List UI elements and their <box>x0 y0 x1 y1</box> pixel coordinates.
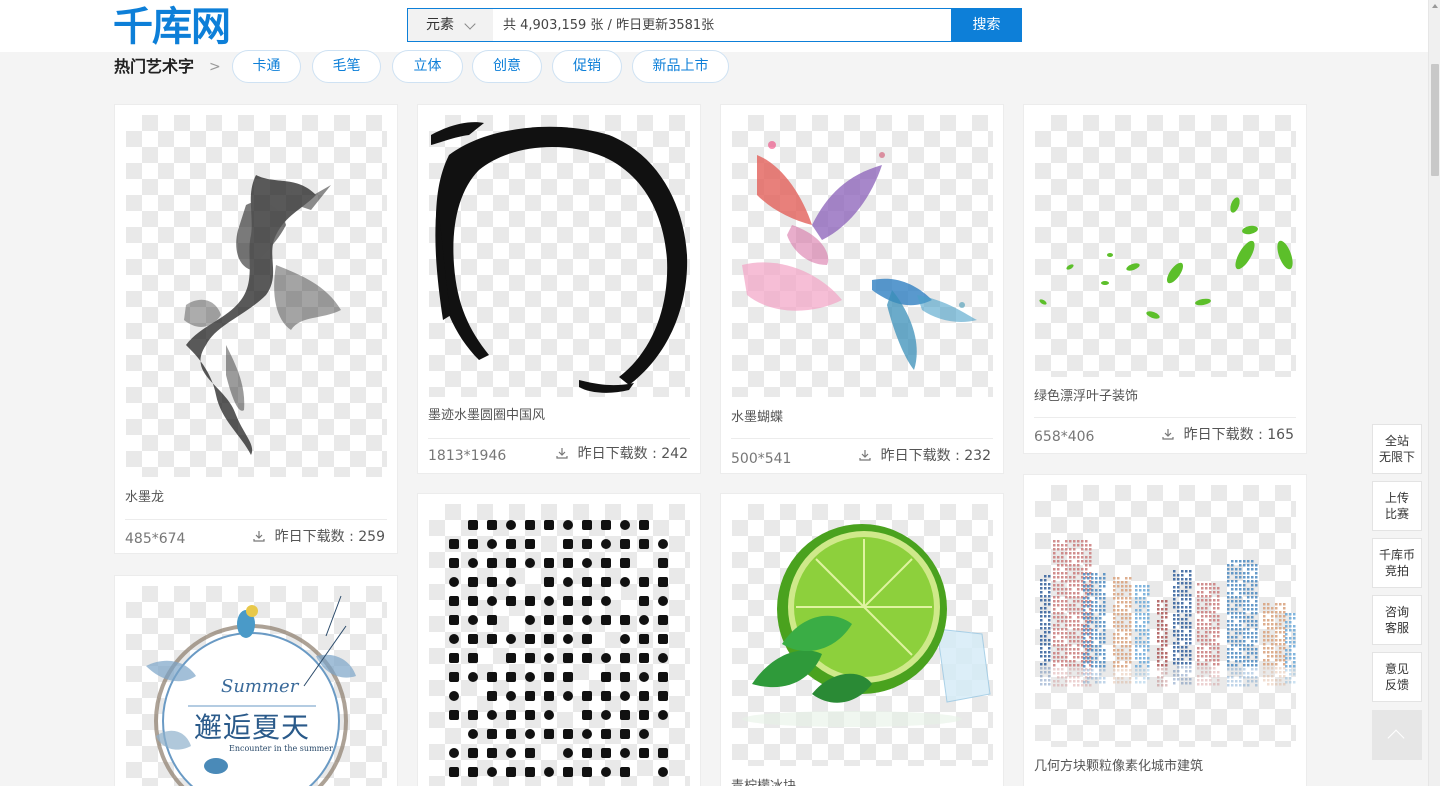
search-type-select[interactable]: 元素 <box>408 9 493 41</box>
side-feedback-button[interactable]: 意见 反馈 <box>1372 652 1422 702</box>
side-customer-service-button[interactable]: 咨询 客服 <box>1372 595 1422 645</box>
asset-thumbnail[interactable] <box>732 504 993 766</box>
green-leaves-image <box>1039 197 1293 319</box>
pixel-city-image <box>1040 540 1296 687</box>
side-button-line: 客服 <box>1384 621 1409 635</box>
tag-brush[interactable]: 毛笔 <box>312 50 381 83</box>
download-icon <box>859 450 871 461</box>
asset-size: 658*406 <box>1034 429 1095 445</box>
search-input[interactable] <box>493 9 951 41</box>
asset-title[interactable]: 墨迹水墨圆圈中国风 <box>428 407 545 425</box>
scrollbar-thumb[interactable] <box>1431 64 1439 176</box>
watercolor-butterfly-image <box>742 141 977 370</box>
search-bar: 元素 搜索 <box>407 8 1022 42</box>
icon-set-image <box>449 520 668 777</box>
asset-card[interactable]: 青柠檬冰块 <box>720 493 1004 786</box>
lime-mint-image <box>742 524 991 727</box>
asset-card[interactable]: 几何方块颗粒像素化城市建筑 <box>1023 474 1307 786</box>
asset-card[interactable] <box>417 493 701 786</box>
summer-script-text: Summer <box>221 676 299 697</box>
page-scrollbar[interactable] <box>1428 0 1440 786</box>
asset-card[interactable]: Summer 邂逅夏天 Encounter in the summer <box>114 575 398 786</box>
asset-thumbnail[interactable] <box>1035 115 1296 377</box>
asset-thumbnail[interactable] <box>1035 485 1296 747</box>
asset-downloads[interactable]: 昨日下载数 : 165 <box>1162 426 1294 444</box>
side-button-line: 全站 <box>1384 434 1409 448</box>
side-button-line: 比赛 <box>1384 507 1409 521</box>
ink-circle-image <box>431 122 688 393</box>
download-icon <box>253 531 265 542</box>
tag-cartoon[interactable]: 卡通 <box>232 50 301 83</box>
summer-main-text: 邂逅夏天 <box>194 711 311 744</box>
summer-sub-text: Encounter in the summer <box>229 744 333 753</box>
header: 千库网 元素 搜索 <box>0 0 1428 52</box>
asset-title[interactable]: 青柠檬冰块 <box>731 778 796 786</box>
asset-card[interactable]: 绿色漂浮叶子装饰 658*406 昨日下载数 : 165 <box>1023 104 1307 454</box>
asset-title[interactable]: 几何方块颗粒像素化城市建筑 <box>1034 758 1203 776</box>
tag-promotion[interactable]: 促销 <box>552 50 622 83</box>
card-divider <box>1034 417 1296 418</box>
side-button-line: 无限下 <box>1378 450 1415 464</box>
download-count: 昨日下载数 : 259 <box>274 529 385 545</box>
asset-size: 1813*1946 <box>428 448 507 464</box>
asset-downloads[interactable]: 昨日下载数 : 259 <box>253 528 385 546</box>
download-icon <box>1162 429 1174 440</box>
download-icon <box>556 448 568 459</box>
asset-size: 485*674 <box>125 531 186 547</box>
asset-downloads[interactable]: 昨日下载数 : 232 <box>859 447 991 465</box>
scroll-up-arrow-icon[interactable] <box>1432 4 1438 8</box>
site-logo[interactable]: 千库网 <box>113 4 231 52</box>
search-button[interactable]: 搜索 <box>951 8 1022 42</box>
asset-title[interactable]: 水墨蝴蝶 <box>731 409 783 427</box>
tag-3d[interactable]: 立体 <box>392 50 463 83</box>
card-divider <box>125 519 387 520</box>
tag-new-arrival[interactable]: 新品上市 <box>632 50 729 83</box>
side-button-line: 千库币 <box>1378 548 1415 562</box>
asset-thumbnail[interactable] <box>429 115 690 397</box>
asset-card[interactable]: 水墨龙 485*674 昨日下载数 : 259 <box>114 104 398 554</box>
side-unlimited-download-button[interactable]: 全站 无限下 <box>1372 424 1422 474</box>
asset-thumbnail[interactable]: Summer 邂逅夏天 Encounter in the summer <box>126 586 387 786</box>
asset-title[interactable]: 绿色漂浮叶子装饰 <box>1034 388 1138 406</box>
card-divider <box>428 438 690 439</box>
back-to-top-button[interactable] <box>1372 710 1422 760</box>
asset-thumbnail[interactable] <box>126 115 387 477</box>
asset-title[interactable]: 水墨龙 <box>125 489 164 507</box>
side-button-line: 反馈 <box>1384 678 1409 692</box>
asset-size: 500*541 <box>731 451 792 467</box>
asset-card[interactable]: 水墨蝴蝶 500*541 昨日下载数 : 232 <box>720 104 1004 474</box>
side-button-line: 意见 <box>1384 662 1409 676</box>
hot-tags-title: 热门艺术字 <box>114 57 195 76</box>
side-button-line: 上传 <box>1384 491 1409 505</box>
asset-thumbnail[interactable] <box>732 115 993 397</box>
download-count: 昨日下载数 : 232 <box>880 448 991 464</box>
ink-dragon-image <box>184 175 341 455</box>
side-upload-contest-button[interactable]: 上传 比赛 <box>1372 481 1422 531</box>
asset-downloads[interactable]: 昨日下载数 : 242 <box>556 445 688 463</box>
side-button-line: 咨询 <box>1384 605 1409 619</box>
card-divider <box>731 438 993 439</box>
page: 千库网 元素 搜索 热门艺术字 > 卡通 毛笔 立体 创意 促销 新品上市 <box>0 0 1428 786</box>
hot-tags-arrow-icon[interactable]: > <box>209 57 221 77</box>
download-count: 昨日下载数 : 165 <box>1183 427 1294 443</box>
chevron-down-icon <box>464 18 476 30</box>
tag-creative[interactable]: 创意 <box>472 50 542 83</box>
asset-card[interactable]: 墨迹水墨圆圈中国风 1813*1946 昨日下载数 : 242 <box>417 104 701 474</box>
side-coin-auction-button[interactable]: 千库币 竞拍 <box>1372 538 1422 588</box>
back-to-top-icon <box>1387 729 1405 747</box>
download-count: 昨日下载数 : 242 <box>577 446 688 462</box>
side-button-line: 竞拍 <box>1384 564 1409 578</box>
asset-thumbnail[interactable] <box>429 504 690 786</box>
search-type-label: 元素 <box>426 17 454 33</box>
